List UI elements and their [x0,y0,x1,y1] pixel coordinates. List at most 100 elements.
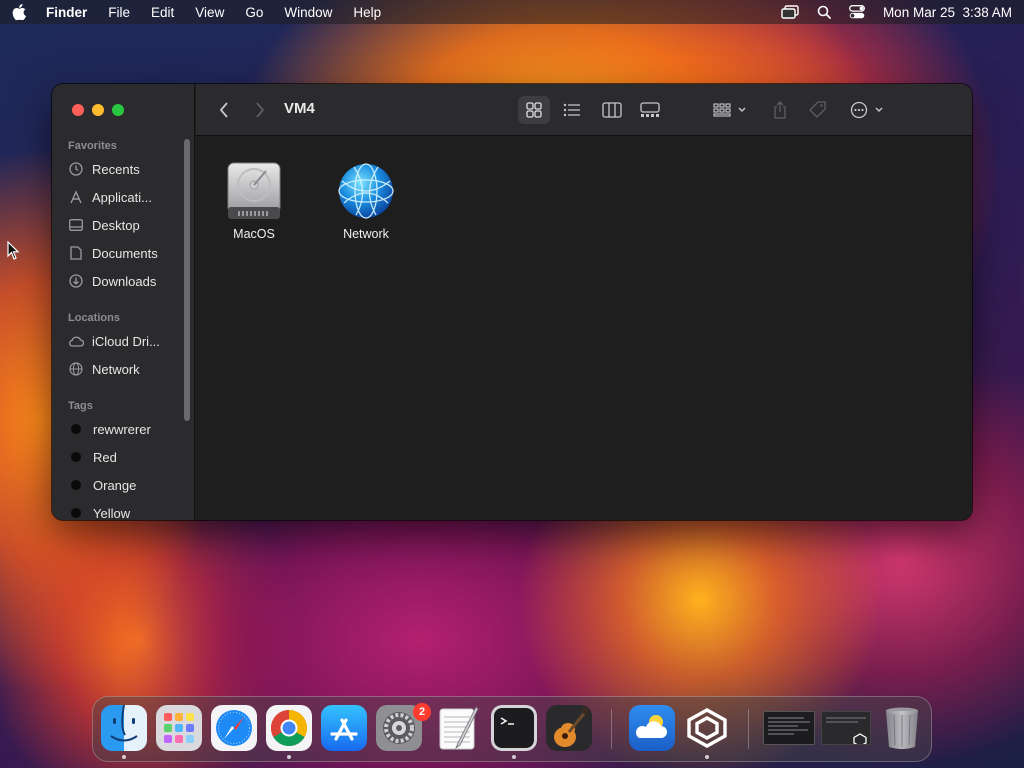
grid-icon [526,102,542,118]
sidebar-item-label: iCloud Dri... [92,333,160,349]
sidebar-section-tags: Tags [68,400,93,412]
sidebar-item-label: rewwrerer [93,421,151,437]
group-grid-icon [713,103,746,117]
dock-running-indicator [122,755,126,759]
group-by-button[interactable] [710,96,750,124]
sidebar-item-documents[interactable]: Documents [68,242,186,264]
sidebar-item-downloads[interactable]: Downloads [68,270,186,292]
dock-app-parallels[interactable] [684,705,730,751]
sidebar-section-favorites: Favorites [68,140,117,152]
weather-icon [629,705,675,751]
tag-dot-icon [71,452,81,462]
menu-finder[interactable]: Finder [46,5,87,20]
tag-icon[interactable] [806,96,830,124]
safari-compass-icon [211,705,257,751]
file-item-label: MacOS [233,227,275,241]
gallery-view-button[interactable] [636,96,664,124]
dock-separator [748,709,749,749]
download-icon [68,273,84,289]
sidebar-item-recents[interactable]: Recents [68,158,186,180]
dock-app-safari[interactable] [211,705,257,751]
dock-app-finder[interactable] [101,705,147,751]
zoom-button[interactable] [112,104,124,116]
launchpad-icon [156,705,202,751]
sidebar-item-label: Desktop [92,217,140,233]
dock-minimized-window[interactable] [821,711,871,745]
sidebar-item-label: Documents [92,245,158,261]
list-icon [563,103,580,117]
columns-icon [602,102,622,118]
more-actions-button[interactable] [846,96,890,124]
dock-running-indicator [705,755,709,759]
menu-view[interactable]: View [195,5,224,20]
menu-edit[interactable]: Edit [151,5,174,20]
menu-go[interactable]: Go [245,5,263,20]
sidebar-scrollbar[interactable] [184,139,190,421]
file-item-macos[interactable]: MacOS [204,161,304,241]
menu-file[interactable]: File [108,5,130,20]
sidebar: Favorites Recents Applicati... Desktop D… [52,84,195,520]
file-browser-content: MacOS Network [196,137,972,520]
sidebar-tag-yellow[interactable]: Yellow [68,502,186,520]
dock-app-chrome[interactable] [266,705,312,751]
sidebar-item-network[interactable]: Network [68,358,186,380]
sidebar-tag-orange[interactable]: Orange [68,474,186,496]
dock-app-launchpad[interactable] [156,705,202,751]
clock-icon [68,161,84,177]
minimize-button[interactable] [92,104,104,116]
tag-dot-icon [71,508,81,518]
tag-dot-icon [71,424,81,434]
document-icon [68,245,84,261]
dock-app-textedit[interactable] [436,705,482,751]
sidebar-section-locations: Locations [68,312,120,324]
spotlight-search-icon[interactable] [817,5,831,19]
parallels-icon [687,708,727,748]
file-item-network[interactable]: Network [316,161,416,241]
sidebar-item-label: Downloads [92,273,157,289]
tag-dot-icon [71,480,81,490]
share-icon[interactable] [768,96,792,124]
forward-chevron-icon[interactable] [250,100,270,120]
textedit-icon [439,706,479,750]
notification-badge: 2 [413,703,431,721]
sidebar-item-applications[interactable]: Applicati... [68,186,186,208]
window-controls [72,104,124,116]
finder-window: Favorites Recents Applicati... Desktop D… [52,84,972,520]
chrome-icon [266,705,312,751]
menu-help[interactable]: Help [353,5,381,20]
apple-menu-icon[interactable] [12,4,26,20]
network-globe-icon [338,163,394,219]
clock-datetime[interactable]: Mon Mar 25 3:38 AM [883,5,1012,20]
app-store-icon [321,705,367,751]
column-view-button[interactable] [598,96,626,124]
icon-view-button[interactable] [518,96,550,124]
sidebar-tag-rewwrerer[interactable]: rewwrerer [68,418,186,440]
guitar-icon [546,705,592,751]
menu-window[interactable]: Window [284,5,332,20]
dock-app-trash[interactable] [879,705,925,751]
dock: 2 [92,696,932,762]
applications-icon [68,189,84,205]
window-thumbnail-icon [826,717,867,744]
sidebar-item-desktop[interactable]: Desktop [68,214,186,236]
sidebar-item-label: Red [93,449,117,465]
screen-mirroring-icon[interactable] [781,5,799,19]
dock-app-app-store[interactable] [321,705,367,751]
sidebar-item-label: Yellow [93,505,131,521]
terminal-icon [491,705,537,751]
menu-bar: Finder File Edit View Go Window Help Mon… [0,0,1024,24]
dock-minimized-window[interactable] [763,711,815,745]
dock-running-indicator [512,755,516,759]
sidebar-item-label: Applicati... [92,189,152,205]
sidebar-tag-red[interactable]: Red [68,446,186,468]
dock-app-terminal[interactable] [491,705,537,751]
control-center-icon[interactable] [848,5,865,19]
dock-app-weather[interactable] [629,705,675,751]
close-button[interactable] [72,104,84,116]
sidebar-item-icloud-drive[interactable]: iCloud Dri... [68,330,186,352]
window-title: VM4 [284,100,315,117]
file-item-label: Network [343,227,389,241]
back-chevron-icon[interactable] [214,100,234,120]
dock-app-garageband[interactable] [546,705,592,751]
list-view-button[interactable] [558,96,586,124]
